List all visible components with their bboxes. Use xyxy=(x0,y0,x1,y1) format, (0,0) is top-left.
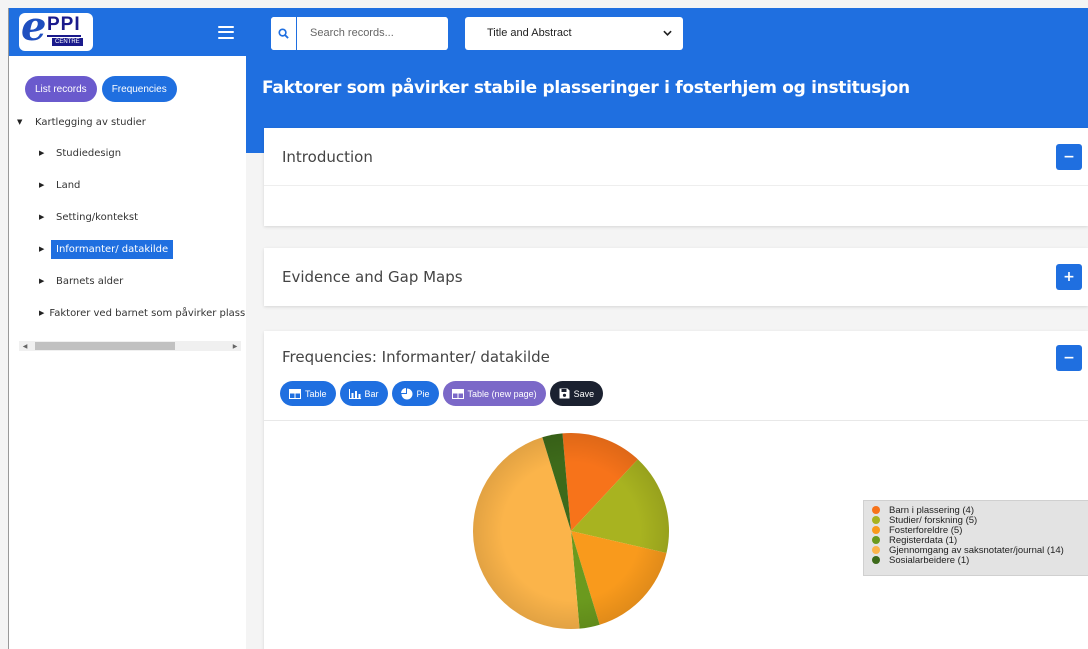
legend-swatch xyxy=(872,526,880,534)
expand-evidence-button[interactable]: + xyxy=(1056,264,1082,290)
table-view-button[interactable]: Table xyxy=(280,381,336,406)
scroll-left-icon[interactable]: ◀ xyxy=(19,343,31,350)
plus-icon: + xyxy=(1063,269,1075,285)
frequencies-button[interactable]: Frequencies xyxy=(101,76,177,102)
evidence-header: Evidence and Gap Maps + xyxy=(264,248,1088,306)
tree-item-barnets-alder[interactable]: ▶ Barnets alder xyxy=(39,270,246,292)
caret-right-icon[interactable]: ▶ xyxy=(39,149,51,157)
table-icon xyxy=(289,388,301,399)
tree-item-informanter[interactable]: ▶ Informanter/ datakilde xyxy=(39,238,246,260)
caret-down-icon[interactable]: ▼ xyxy=(17,118,29,126)
save-icon xyxy=(559,388,570,399)
save-label: Save xyxy=(573,388,595,399)
evidence-title: Evidence and Gap Maps xyxy=(282,268,463,286)
legend-swatch xyxy=(872,506,880,514)
tree-root[interactable]: ▼ Kartlegging av studier xyxy=(17,114,246,130)
legend-label: Sosialarbeidere (1) xyxy=(889,554,970,566)
legend-item[interactable]: Sosialarbeidere (1) xyxy=(872,554,1088,566)
pie-chart-area: Barn i plassering (4) Studier/ forskning … xyxy=(264,421,1088,649)
minus-icon: − xyxy=(1063,148,1075,165)
collapse-frequencies-button[interactable]: − xyxy=(1056,345,1082,371)
caret-right-icon[interactable]: ▶ xyxy=(39,245,51,253)
frequencies-header: Frequencies: Informanter/ datakilde − xyxy=(264,331,1088,371)
scroll-right-icon[interactable]: ▶ xyxy=(229,343,241,350)
introduction-header: Introduction − xyxy=(264,128,1088,186)
tree-item-label: Land xyxy=(56,179,81,191)
bar-view-button[interactable]: Bar xyxy=(339,381,388,406)
logo-ppi: PPI xyxy=(47,14,81,37)
legend-item[interactable]: Barn i plassering (4) xyxy=(872,505,1088,516)
search-box xyxy=(271,16,448,50)
frequencies-view-buttons: Table Bar Pie Table (new page) Save xyxy=(280,381,604,406)
table-new-page-button[interactable]: Table (new page) xyxy=(442,381,546,406)
caret-right-icon[interactable]: ▶ xyxy=(39,277,51,285)
search-button[interactable] xyxy=(271,16,297,50)
tree-item-label: Studiedesign xyxy=(56,147,122,159)
scrollbar-thumb[interactable] xyxy=(35,342,175,350)
tree-item-label: Faktorer ved barnet som påvirker plass xyxy=(49,307,246,319)
tree-item-setting[interactable]: ▶ Setting/kontekst xyxy=(39,206,246,228)
tree-item-label: Setting/kontekst xyxy=(56,211,139,223)
search-field-select[interactable]: Title and Abstract xyxy=(465,16,683,50)
tree-item-land[interactable]: ▶ Land xyxy=(39,174,246,196)
caret-right-icon[interactable]: ▶ xyxy=(39,213,51,221)
tree-item-label: Barnets alder xyxy=(56,275,124,287)
sidebar: e PPI CENTRE List records Frequencies ▼ … xyxy=(8,8,246,649)
table-label: Table xyxy=(305,388,327,399)
minus-icon: − xyxy=(1063,350,1075,366)
chevron-down-icon xyxy=(663,30,672,36)
tree-item-label: Informanter/ datakilde xyxy=(51,239,174,259)
tree-root-label: Kartlegging av studier xyxy=(35,116,146,128)
chart-legend: Barn i plassering (4) Studier/ forskning … xyxy=(863,500,1088,576)
hamburger-menu-icon[interactable] xyxy=(218,25,234,39)
list-records-button[interactable]: List records xyxy=(25,76,97,102)
frequencies-pie-chart xyxy=(473,433,669,629)
top-bar: Title and Abstract xyxy=(246,8,1088,58)
save-button[interactable]: Save xyxy=(549,381,604,406)
legend-swatch xyxy=(872,556,880,564)
legend-item[interactable]: Registerdata (1) xyxy=(872,535,1088,546)
legend-swatch xyxy=(872,516,880,524)
main-content: Faktorer som påvirker stabile plassering… xyxy=(246,58,1088,649)
pie-chart-icon xyxy=(400,387,413,399)
sidebar-buttons: List records Frequencies xyxy=(9,56,246,102)
caret-right-icon[interactable]: ▶ xyxy=(39,181,51,189)
legend-swatch xyxy=(872,546,880,554)
introduction-card: Introduction − xyxy=(264,128,1088,226)
bar-chart-icon xyxy=(348,388,361,399)
logo-centre: CENTRE xyxy=(52,38,83,46)
pie-label: Pie xyxy=(416,388,430,399)
table-icon xyxy=(451,388,464,399)
frequencies-card: Frequencies: Informanter/ datakilde − Ta… xyxy=(264,331,1088,649)
legend-swatch xyxy=(872,536,880,544)
search-input[interactable] xyxy=(297,16,447,50)
pie-view-button[interactable]: Pie xyxy=(391,381,439,406)
frequencies-title: Frequencies: Informanter/ datakilde xyxy=(282,348,550,366)
eppi-centre-logo[interactable]: e PPI CENTRE xyxy=(19,13,93,51)
select-value: Title and Abstract xyxy=(487,27,572,39)
code-tree: ▼ Kartlegging av studier ▶ Studiedesign … xyxy=(9,102,246,324)
sidebar-brand: e PPI CENTRE xyxy=(9,8,246,56)
tree-horizontal-scrollbar[interactable]: ◀ ▶ xyxy=(19,341,241,351)
legend-item[interactable]: Studier/ forskning (5) xyxy=(872,515,1088,526)
logo-letter: e xyxy=(21,13,47,50)
legend-item[interactable]: Gjennomgang av saksnotater/journal (14) xyxy=(872,545,1088,556)
legend-item[interactable]: Fosterforeldre (5) xyxy=(872,525,1088,536)
tree-item-faktorer[interactable]: ▶ Faktorer ved barnet som påvirker plass xyxy=(39,302,246,324)
collapse-introduction-button[interactable]: − xyxy=(1056,143,1082,170)
evidence-gap-maps-card: Evidence and Gap Maps + xyxy=(264,248,1088,306)
search-icon xyxy=(278,27,289,39)
table-new-page-label: Table (new page) xyxy=(467,388,537,399)
tree-item-studiedesign[interactable]: ▶ Studiedesign xyxy=(39,142,246,164)
introduction-title: Introduction xyxy=(282,147,373,166)
bar-label: Bar xyxy=(364,388,379,399)
